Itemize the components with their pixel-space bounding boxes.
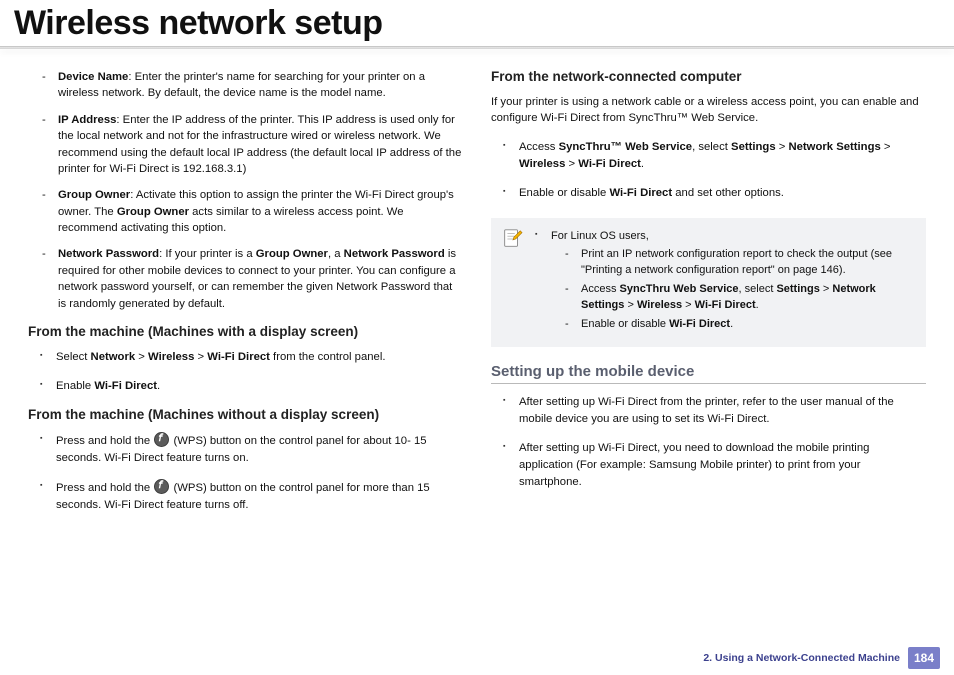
mobile-steps: After setting up Wi-Fi Direct from the p…	[491, 394, 926, 491]
wps-icon	[154, 479, 169, 494]
right-column: From the network-connected computer If y…	[491, 69, 926, 526]
note-icon	[501, 228, 523, 250]
note-box: For Linux OS users, Print an IP network …	[491, 218, 926, 347]
content-columns: Device Name: Enter the printer's name fo…	[0, 69, 954, 526]
list-item: Print an IP network configuration report…	[569, 247, 914, 279]
left-column: Device Name: Enter the printer's name fo…	[28, 69, 463, 526]
nodisplay-steps: Press and hold the (WPS) button on the c…	[28, 432, 463, 514]
network-steps: Access SyncThru™ Web Service, select Set…	[491, 139, 926, 202]
list-item: For Linux OS users, Print an IP network …	[541, 228, 914, 333]
wps-icon	[154, 432, 169, 447]
heading-mobile-setup: Setting up the mobile device	[491, 363, 926, 380]
page-number: 184	[908, 647, 940, 669]
heading-network-computer: From the network-connected computer	[491, 69, 926, 84]
page-footer: 2. Using a Network-Connected Machine 184	[703, 647, 940, 669]
list-item: After setting up Wi-Fi Direct, you need …	[509, 440, 926, 491]
display-steps: Select Network > Wireless > Wi-Fi Direct…	[28, 349, 463, 395]
list-item: Device Name: Enter the printer's name fo…	[46, 69, 463, 102]
heading-machine-display: From the machine (Machines with a displa…	[28, 324, 463, 339]
paragraph: If your printer is using a network cable…	[491, 94, 926, 127]
list-item: Select Network > Wireless > Wi-Fi Direct…	[46, 349, 463, 366]
section-divider	[491, 383, 926, 384]
list-item: Enable or disable Wi-Fi Direct and set o…	[509, 185, 926, 202]
definitions-list: Device Name: Enter the printer's name fo…	[28, 69, 463, 312]
list-item: Press and hold the (WPS) button on the c…	[46, 479, 463, 514]
title-divider	[0, 46, 954, 49]
list-item: Access SyncThru™ Web Service, select Set…	[509, 139, 926, 173]
list-item: IP Address: Enter the IP address of the …	[46, 112, 463, 178]
footer-chapter: 2. Using a Network-Connected Machine	[703, 652, 900, 664]
list-item: Enable Wi-Fi Direct.	[46, 378, 463, 395]
page-title: Wireless network setup	[14, 4, 954, 43]
list-item: Group Owner: Activate this option to ass…	[46, 187, 463, 236]
list-item: Network Password: If your printer is a G…	[46, 246, 463, 312]
list-item: Press and hold the (WPS) button on the c…	[46, 432, 463, 467]
list-item: After setting up Wi-Fi Direct from the p…	[509, 394, 926, 428]
list-item: Access SyncThru Web Service, select Sett…	[569, 282, 914, 314]
list-item: Enable or disable Wi-Fi Direct.	[569, 317, 914, 333]
heading-machine-nodisplay: From the machine (Machines without a dis…	[28, 407, 463, 422]
